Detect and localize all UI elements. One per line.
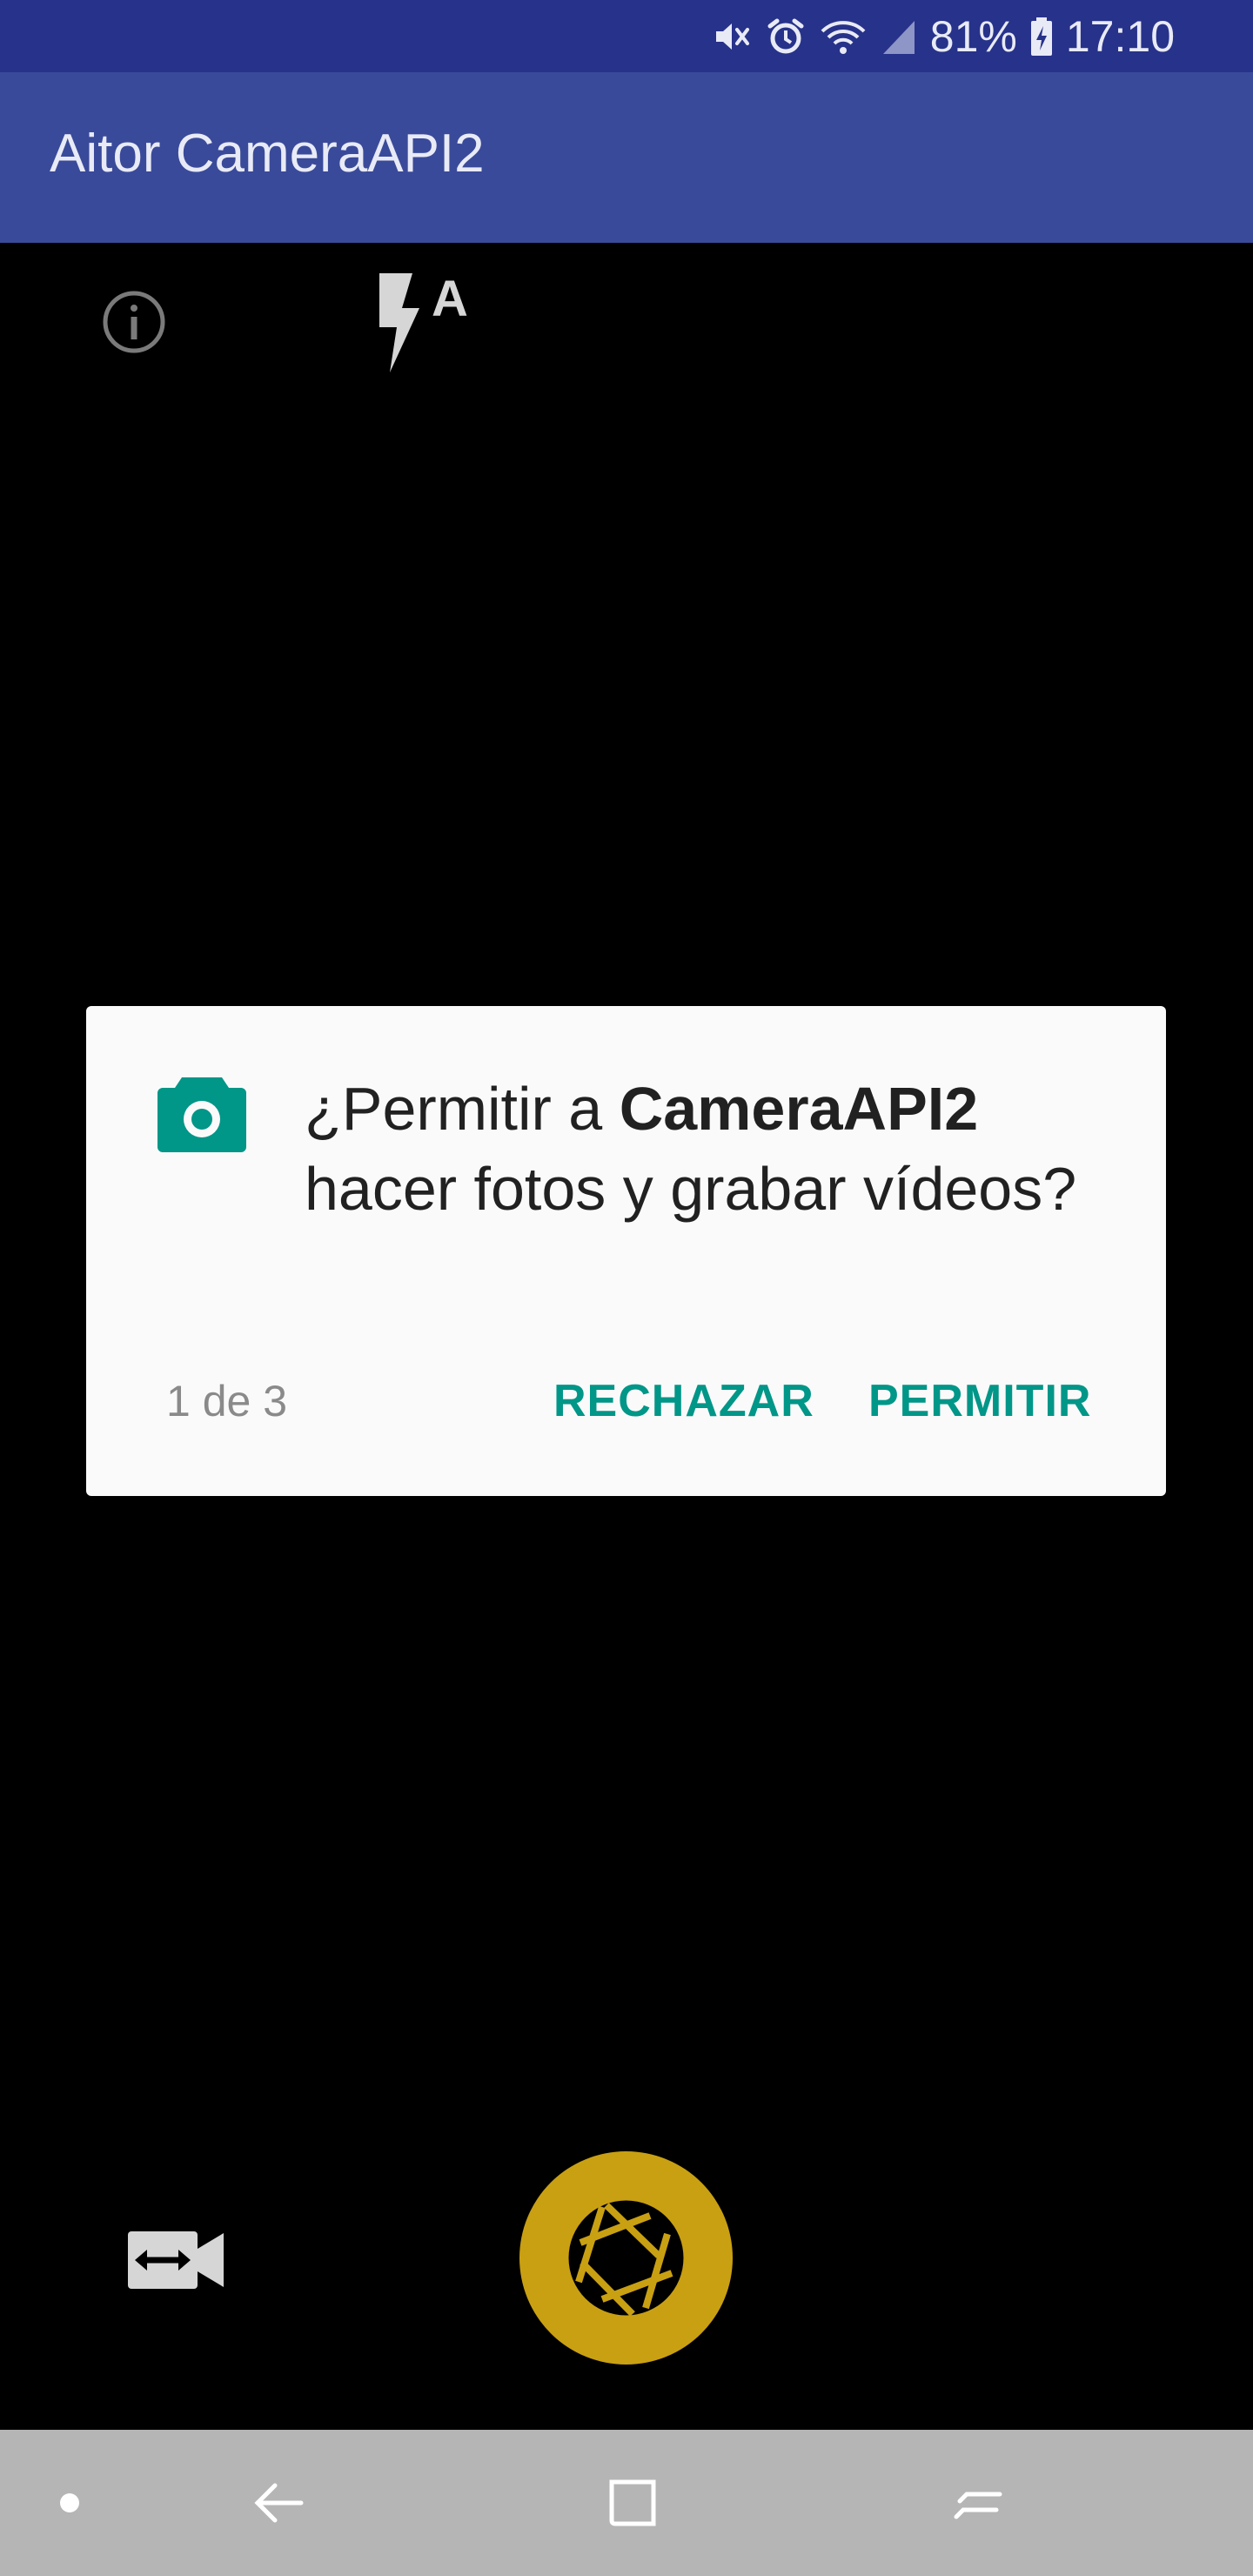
nav-home-button[interactable] bbox=[587, 2430, 674, 2576]
nav-bar bbox=[0, 2430, 1253, 2576]
message-suffix: hacer fotos y grabar vídeos? bbox=[305, 1155, 1077, 1223]
camera-icon bbox=[156, 1072, 248, 1154]
mute-icon bbox=[711, 16, 753, 57]
permission-dialog: ¿Permitir a CameraAPI2 hacer fotos y gra… bbox=[86, 1006, 1166, 1496]
alarm-icon bbox=[765, 16, 807, 57]
flash-mode-label: A bbox=[432, 271, 468, 327]
message-app-name: CameraAPI2 bbox=[619, 1075, 979, 1143]
dialog-message: ¿Permitir a CameraAPI2 hacer fotos y gra… bbox=[305, 1069, 1088, 1229]
allow-button[interactable]: PERMITIR bbox=[868, 1358, 1091, 1445]
camera-screen: 81% 17:10 Aitor CameraAPI2 A ¿Permitir a… bbox=[0, 0, 1253, 2576]
home-icon bbox=[609, 2479, 656, 2526]
switch-camera-icon bbox=[128, 2231, 224, 2289]
flash-auto-button[interactable]: A bbox=[372, 270, 477, 374]
nav-recents-button[interactable] bbox=[935, 2430, 1022, 2576]
battery-charging-icon bbox=[1029, 16, 1054, 57]
info-button[interactable] bbox=[101, 289, 167, 355]
info-icon bbox=[103, 291, 165, 353]
back-icon bbox=[254, 2483, 304, 2523]
signal-icon bbox=[880, 16, 918, 57]
switch-camera-button[interactable] bbox=[126, 2219, 226, 2302]
app-bar: Aitor CameraAPI2 bbox=[0, 72, 1253, 243]
nav-dot-button[interactable] bbox=[35, 2430, 104, 2576]
status-icons: 81% 17:10 bbox=[711, 0, 1175, 72]
nav-back-button[interactable] bbox=[235, 2430, 322, 2576]
deny-button[interactable]: RECHAZAR bbox=[553, 1358, 814, 1445]
battery-percent: 81% bbox=[929, 11, 1017, 61]
shutter-icon bbox=[568, 2200, 684, 2317]
dot-icon bbox=[60, 2493, 79, 2512]
clock: 17:10 bbox=[1065, 11, 1175, 61]
permission-counter: 1 de 3 bbox=[166, 1377, 288, 1426]
shutter-button[interactable] bbox=[519, 2151, 733, 2365]
status-bar: 81% 17:10 bbox=[0, 0, 1253, 72]
recents-icon bbox=[954, 2492, 1002, 2519]
message-prefix: ¿Permitir a bbox=[305, 1075, 620, 1143]
wifi-icon bbox=[819, 16, 868, 57]
app-title: Aitor CameraAPI2 bbox=[50, 124, 485, 184]
